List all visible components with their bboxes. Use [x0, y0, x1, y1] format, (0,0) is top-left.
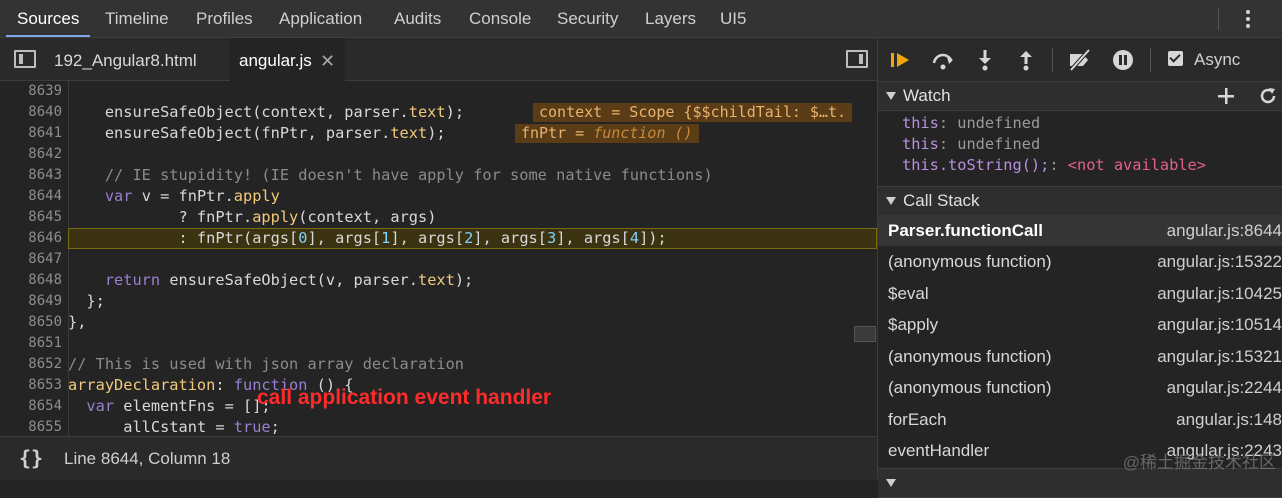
async-checkbox[interactable] — [1168, 51, 1183, 66]
watermark: @稀土掘金技术社区 — [1122, 453, 1276, 472]
line-number[interactable]: 8644 — [0, 186, 62, 207]
line-number[interactable]: 8641 — [0, 123, 62, 144]
expand-triangle-icon — [886, 197, 896, 205]
panel-tab-bar: Sources Timeline Profiles Application Au… — [0, 0, 1282, 38]
tab-console[interactable]: Console — [469, 0, 531, 37]
step-into-icon[interactable] — [972, 48, 998, 72]
call-frame[interactable]: $apply angular.js:10514 — [878, 309, 1282, 340]
debugger-toolbar: Async — [878, 38, 1282, 83]
file-tab-label: angular.js — [239, 51, 312, 70]
deactivate-breakpoints-icon[interactable] — [1067, 48, 1093, 72]
expand-triangle-icon — [886, 92, 896, 100]
call-frame[interactable]: (anonymous function) angular.js:2244 — [878, 372, 1282, 403]
watch-expression[interactable]: this: undefined — [902, 113, 1040, 134]
file-tab-html[interactable]: 192_Angular8.html — [54, 38, 197, 80]
expand-triangle-icon — [886, 479, 896, 487]
code-line: }; — [68, 292, 105, 310]
tab-timeline[interactable]: Timeline — [105, 0, 169, 37]
code-line: // This is used with json array declarat… — [68, 355, 465, 373]
callstack-title: Call Stack — [903, 191, 980, 210]
line-number[interactable]: 8639 — [0, 81, 62, 102]
step-out-icon[interactable] — [1013, 48, 1039, 72]
toolbar-divider — [1150, 48, 1151, 72]
watch-title: Watch — [903, 86, 951, 105]
step-over-icon[interactable] — [930, 48, 956, 72]
line-number[interactable]: 8655 — [0, 417, 62, 436]
inline-value-context: context = Scope {$$childTail: $…t. — [533, 103, 853, 122]
code-line: }, — [68, 313, 87, 331]
code-line: // IE stupidity! (IE doesn't have apply … — [68, 166, 713, 184]
cursor-position: Line 8644, Column 18 — [64, 449, 231, 468]
more-options-icon[interactable] — [1238, 6, 1258, 32]
toggle-debugger-icon[interactable] — [846, 50, 868, 68]
call-frame[interactable]: (anonymous function) angular.js:15321 — [878, 341, 1282, 372]
refresh-watch-icon[interactable] — [1259, 87, 1277, 105]
line-number[interactable]: 8642 — [0, 144, 62, 165]
source-editor: 192_Angular8.html angular.js ✕ 8639 8640… — [0, 38, 878, 480]
toggle-navigator-icon[interactable] — [14, 50, 36, 68]
line-number[interactable]: 8654 — [0, 396, 62, 417]
editor-status-bar: {} Line 8644, Column 18 — [0, 436, 877, 480]
line-number[interactable]: 8647 — [0, 249, 62, 270]
line-number[interactable]: 8652 — [0, 354, 62, 375]
call-frame[interactable]: Parser.functionCall angular.js:8644 — [878, 215, 1282, 246]
call-frame[interactable]: $eval angular.js:10425 — [878, 278, 1282, 309]
toolbar-divider — [1218, 8, 1219, 30]
tab-sources[interactable]: Sources — [6, 0, 91, 37]
code-line: ? fnPtr.apply(context, args) — [68, 208, 437, 226]
tab-profiles[interactable]: Profiles — [196, 0, 253, 37]
line-number[interactable]: 8643 — [0, 165, 62, 186]
tab-security[interactable]: Security — [557, 0, 618, 37]
line-number[interactable]: 8645 — [0, 207, 62, 228]
resume-icon[interactable] — [888, 48, 914, 72]
watch-section-header[interactable]: Watch — [878, 81, 1282, 111]
line-number[interactable]: 8651 — [0, 333, 62, 354]
watch-expression[interactable]: this.toString();: <not available> — [902, 155, 1206, 176]
line-number[interactable]: 8648 — [0, 270, 62, 291]
tab-audits[interactable]: Audits — [394, 0, 441, 37]
call-frame[interactable]: (anonymous function) angular.js:15322 — [878, 246, 1282, 277]
line-number[interactable]: 8646 — [0, 228, 62, 249]
callstack-section-header[interactable]: Call Stack — [878, 186, 1282, 216]
inline-value-fnptr: fnPtr = function () — [515, 124, 699, 143]
line-number[interactable]: 8650 — [0, 312, 62, 333]
async-label: Async — [1194, 50, 1241, 69]
code-line: allCstant = true; — [68, 418, 280, 436]
line-number[interactable]: 8640 — [0, 102, 62, 123]
vertical-scrollbar[interactable] — [854, 326, 876, 342]
file-tab-bar: 192_Angular8.html angular.js ✕ — [0, 38, 877, 81]
pause-on-exceptions-icon[interactable] — [1110, 48, 1136, 72]
watch-expression[interactable]: this: undefined — [902, 134, 1040, 155]
call-frame[interactable]: forEach angular.js:148 — [878, 404, 1282, 435]
code-line: return ensureSafeObject(v, parser.text); — [104, 271, 474, 289]
code-line: : fnPtr(args[0], args[1], args[2], args[… — [68, 229, 667, 247]
code-line: ensureSafeObject(fnPtr, parser.text); — [68, 124, 446, 142]
line-number[interactable]: 8649 — [0, 291, 62, 312]
pretty-print-button[interactable]: {} — [19, 446, 43, 470]
tab-application[interactable]: Application — [279, 0, 362, 37]
tab-layers[interactable]: Layers — [645, 0, 696, 37]
annotation-label: call application event handler — [257, 386, 552, 409]
toolbar-divider — [1052, 48, 1053, 72]
line-number[interactable]: 8653 — [0, 375, 62, 396]
add-watch-icon[interactable] — [1217, 87, 1235, 105]
debugger-sidebar: Async Watch this: undefined this: undefi… — [878, 38, 1282, 498]
code-line-paused: var v = fnPtr.apply — [104, 187, 280, 205]
line-gutter[interactable]: 8639 8640 8641 8642 8643 8644 8645 8646 … — [0, 81, 69, 436]
close-tab-icon[interactable]: ✕ — [320, 38, 335, 80]
tab-ui5[interactable]: UI5 — [720, 0, 746, 37]
code-area[interactable]: 8639 8640 8641 8642 8643 8644 8645 8646 … — [0, 81, 877, 436]
